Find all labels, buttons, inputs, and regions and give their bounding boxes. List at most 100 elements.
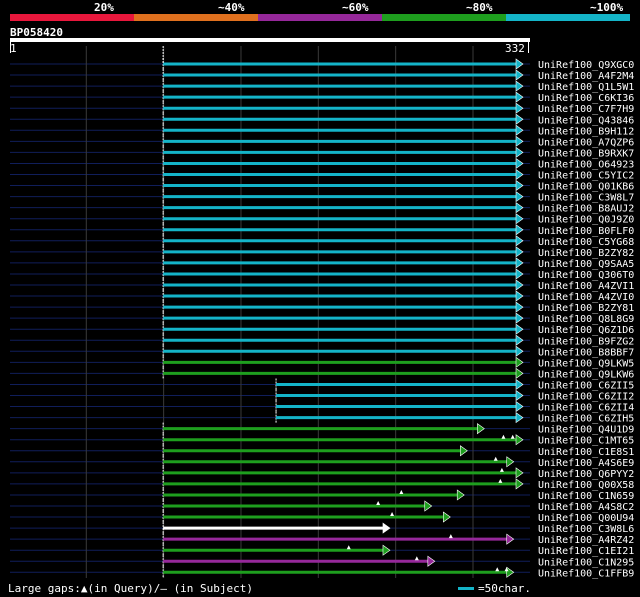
hit-label: UniRef100_B0FLF0: [538, 226, 634, 237]
hit-arrow: [515, 312, 524, 324]
hit-label: UniRef100_Q6Z1D6: [538, 325, 634, 336]
hit-arrow: [515, 356, 524, 368]
hit-arrow: [515, 389, 524, 402]
hit-label: UniRef100_C1FFB9: [538, 568, 634, 579]
hit-label: UniRef100_C1EI21: [538, 546, 634, 557]
hit-label: UniRef100_Q01KB6: [538, 182, 634, 193]
hit-label: UniRef100_Q9XGC0: [538, 60, 634, 71]
hit-arrow: [424, 500, 433, 512]
query-gap-marker: [399, 489, 404, 494]
query-gap-marker: [498, 478, 503, 483]
query-gap-marker: [493, 456, 498, 461]
hit-label: UniRef100_A4RZ42: [538, 535, 634, 546]
alignment-hits-chart: UniRef100_Q9XGC0UniRef100_A4F2M4UniRef10…: [10, 46, 634, 579]
hit-arrow: [427, 555, 436, 567]
scale-label: =50char.: [478, 582, 531, 595]
hit-label: UniRef100_B9FZG2: [538, 336, 634, 347]
hit-arrow: [515, 135, 524, 147]
hit-arrow: [477, 423, 485, 435]
hit-label: UniRef100_Q9LKW6: [538, 369, 634, 380]
hit-arrow: [515, 124, 524, 136]
hit-arrow: [515, 235, 524, 247]
hit-arrow: [515, 367, 524, 379]
hit-label: UniRef100_C6ZIH5: [538, 414, 634, 425]
hit-label: UniRef100_Q4U1D9: [538, 425, 634, 436]
hit-arrow: [382, 522, 391, 534]
hit-label: UniRef100_C1N659: [538, 491, 634, 502]
hit-arrow: [515, 102, 524, 114]
hit-label: UniRef100_Q43846: [538, 115, 634, 126]
hit-arrow: [515, 378, 524, 391]
hit-arrow: [515, 191, 524, 203]
hit-label: UniRef100_Q00X58: [538, 480, 634, 491]
query-gap-marker: [346, 545, 351, 550]
hit-label: UniRef100_C6ZII5: [538, 380, 634, 391]
hit-label: UniRef100_B8BBF7: [538, 347, 634, 358]
hit-label: UniRef100_B2ZY81: [538, 303, 634, 314]
hit-arrow: [460, 445, 468, 457]
hit-arrow: [506, 566, 515, 578]
query-gap-marker: [499, 467, 504, 472]
hit-arrow: [456, 489, 465, 501]
hit-arrow: [515, 146, 524, 158]
hit-label: UniRef100_C5YG68: [538, 237, 634, 248]
query-gap-marker: [390, 512, 395, 517]
query-gap-marker: [510, 434, 515, 439]
hit-label: UniRef100_A4S6E9: [538, 458, 634, 469]
hit-arrow: [515, 279, 524, 291]
hit-label: UniRef100_B9RXK7: [538, 148, 634, 159]
hit-label: UniRef100_C6ZII4: [538, 403, 634, 414]
query-gap-marker: [501, 434, 506, 439]
query-gap-marker: [495, 567, 500, 572]
hit-arrow: [506, 456, 515, 468]
hit-arrow: [515, 58, 524, 70]
hit-arrow: [506, 533, 515, 545]
hit-arrow: [515, 434, 524, 446]
hit-label: UniRef100_C3W8L7: [538, 193, 634, 204]
hit-arrow: [382, 544, 391, 556]
hit-arrow: [515, 345, 524, 357]
hit-label: UniRef100_B9H112: [538, 126, 634, 137]
hit-arrow: [442, 511, 451, 523]
hit-label: UniRef100_C1N295: [538, 557, 634, 568]
hit-arrow: [515, 202, 524, 214]
hit-label: UniRef100_C1MT65: [538, 436, 634, 447]
hit-arrow: [515, 179, 524, 192]
hit-arrow: [515, 157, 524, 170]
hit-label: UniRef100_Q6PYY2: [538, 469, 634, 480]
hit-label: UniRef100_Q306T0: [538, 270, 634, 281]
hit-arrow: [515, 334, 524, 346]
hit-arrow: [515, 224, 524, 236]
hit-label: UniRef100_Q9SAA5: [538, 259, 634, 270]
hit-label: UniRef100_C5YIC2: [538, 171, 634, 182]
hit-arrow: [515, 246, 524, 258]
hit-arrow: [515, 268, 524, 280]
hit-arrow: [515, 213, 524, 225]
hit-arrow: [515, 91, 524, 103]
hit-arrow: [515, 467, 524, 479]
hit-arrow: [515, 301, 524, 313]
hit-arrow: [515, 323, 524, 335]
query-gap-marker: [414, 556, 419, 561]
query-gap-marker: [448, 534, 453, 539]
hit-label: UniRef100_O64923: [538, 159, 634, 170]
hit-label: UniRef100_Q00U94: [538, 513, 634, 524]
hit-label: UniRef100_A4F2M4: [538, 71, 634, 82]
hit-label: UniRef100_Q1L5W1: [538, 82, 634, 93]
hit-label: UniRef100_C3W8L6: [538, 524, 634, 535]
hit-arrow: [515, 412, 524, 424]
hit-label: UniRef100_Q8L8G9: [538, 314, 634, 325]
hit-arrow: [515, 400, 524, 413]
hit-label: UniRef100_B2ZY82: [538, 248, 634, 259]
hit-label: UniRef100_B8AUJ2: [538, 204, 634, 215]
query-gap-marker: [376, 501, 381, 505]
hit-label: UniRef100_C1E8S1: [538, 447, 634, 458]
hit-label: UniRef100_C6KI36: [538, 93, 634, 104]
footer-gap-legend: Large gaps:▲(in Query)/– (in Subject): [8, 582, 254, 595]
hit-label: UniRef100_C7F7H9: [538, 104, 634, 115]
hit-label: UniRef100_A4ZVI0: [538, 292, 634, 303]
hit-arrow: [515, 69, 524, 81]
hit-arrow: [515, 113, 524, 125]
hit-label: UniRef100_A4ZVI1: [538, 281, 634, 292]
hit-label: UniRef100_A7QZP6: [538, 137, 634, 148]
